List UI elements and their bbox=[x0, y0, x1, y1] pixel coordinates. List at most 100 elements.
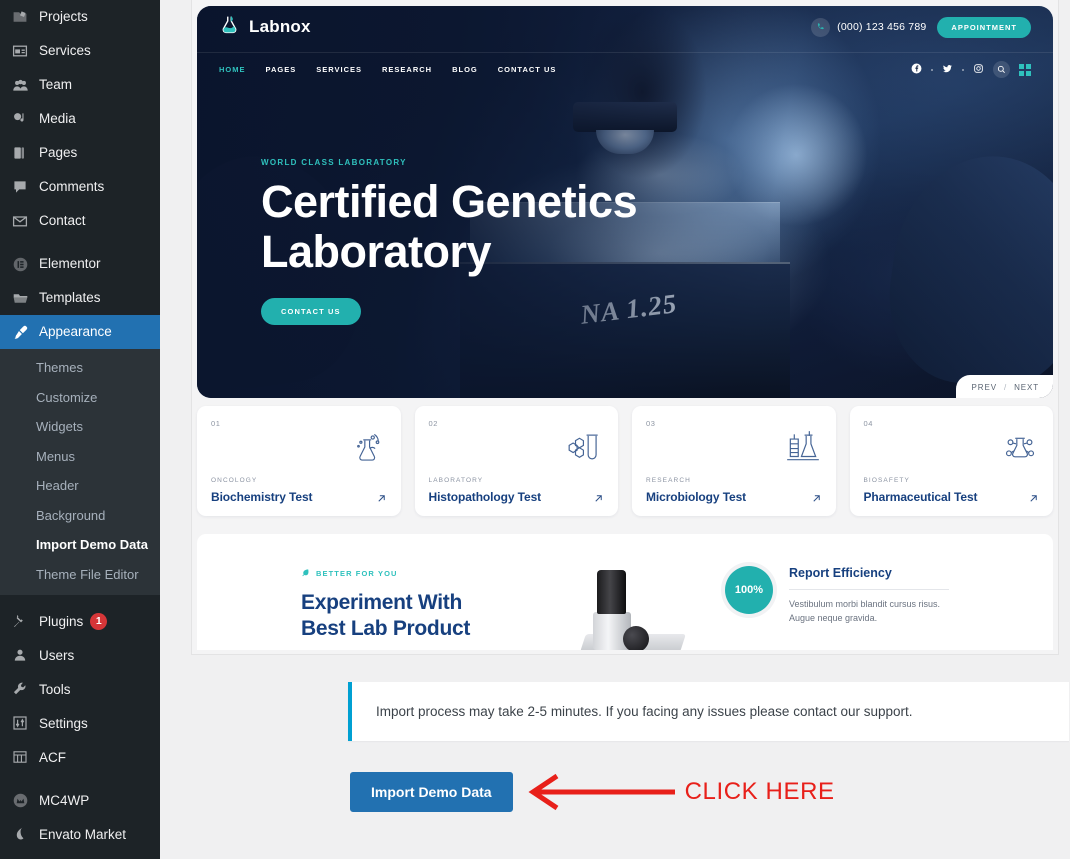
site-logo[interactable]: Labnox bbox=[219, 14, 311, 40]
nav-link-contact-us[interactable]: CONTACT US bbox=[498, 65, 557, 74]
nav-link-pages[interactable]: PAGES bbox=[266, 65, 297, 74]
hero-title: Certified Genetics Laboratory bbox=[261, 176, 638, 277]
settings-sliders-icon bbox=[10, 713, 30, 733]
experiment-text-block: BETTER FOR YOU Experiment With Best Lab … bbox=[301, 568, 470, 643]
sidebar-item-label: Contact bbox=[39, 213, 86, 229]
sidebar-item-label: Elementor bbox=[39, 256, 101, 272]
service-card[interactable]: 02 LABORATORY Histopathology Test bbox=[414, 406, 618, 516]
grid-menu-icon[interactable] bbox=[1019, 63, 1031, 76]
submenu-item-menus[interactable]: Menus bbox=[0, 442, 160, 472]
sidebar-separator bbox=[0, 238, 160, 247]
site-brand-name: Labnox bbox=[249, 17, 311, 36]
sidebar-item-label: ACF bbox=[39, 749, 66, 765]
molecule-flask-icon bbox=[1001, 428, 1039, 471]
submenu-item-import-demo-data[interactable]: Import Demo Data bbox=[0, 530, 160, 560]
service-card[interactable]: 01 ONCOLOGY Biochemistry Test bbox=[197, 406, 401, 516]
nav-link-research[interactable]: RESEARCH bbox=[382, 65, 432, 74]
sidebar-item-tools[interactable]: Tools bbox=[0, 672, 160, 706]
sidebar-item-projects[interactable]: Projects bbox=[0, 0, 160, 34]
sidebar-item-contact[interactable]: Contact bbox=[0, 204, 160, 238]
service-card-category: ONCOLOGY bbox=[211, 477, 258, 484]
instagram-icon[interactable] bbox=[973, 61, 984, 79]
pages-icon bbox=[10, 143, 30, 163]
hero-prev-button[interactable]: PREV bbox=[972, 383, 997, 392]
sidebar-item-services[interactable]: Services bbox=[0, 34, 160, 68]
arrow-up-right-icon[interactable] bbox=[591, 491, 606, 506]
service-card[interactable]: 03 RESEARCH Microbiology Test bbox=[632, 406, 836, 516]
submenu-item-customize[interactable]: Customize bbox=[0, 383, 160, 413]
sidebar-item-templates[interactable]: Templates bbox=[0, 281, 160, 315]
report-desc-line2: Augue neque gravida. bbox=[789, 612, 878, 623]
sidebar-item-users[interactable]: Users bbox=[0, 638, 160, 672]
sidebar-item-acf[interactable]: ACF bbox=[0, 740, 160, 774]
submenu-item-theme-file-editor[interactable]: Theme File Editor bbox=[0, 560, 160, 590]
report-efficiency-description: Vestibulum morbi blandit cursus risus. A… bbox=[789, 598, 949, 626]
site-navbar: HOME PAGES SERVICES RESEARCH BLOG CONTAC… bbox=[197, 52, 1053, 86]
service-card-category: RESEARCH bbox=[646, 477, 691, 484]
arrow-up-right-icon[interactable] bbox=[374, 491, 389, 506]
appearance-brush-icon bbox=[10, 322, 30, 342]
site-phone[interactable]: (000) 123 456 789 bbox=[811, 17, 926, 37]
arrow-up-right-icon[interactable] bbox=[809, 491, 824, 506]
experiment-eyebrow-text: BETTER FOR YOU bbox=[316, 569, 398, 578]
hero-pager-separator: / bbox=[1003, 383, 1008, 392]
sidebar-item-settings[interactable]: Settings bbox=[0, 706, 160, 740]
service-card[interactable]: 04 BIOSAFETY Pharmaceutical Test bbox=[849, 406, 1053, 516]
appointment-button[interactable]: APPOINTMENT bbox=[937, 16, 1031, 38]
service-card-number: 01 bbox=[211, 419, 221, 428]
tools-wrench-icon bbox=[10, 679, 30, 699]
sidebar-item-mc4wp[interactable]: MC4WP bbox=[0, 783, 160, 817]
elementor-icon bbox=[10, 254, 30, 274]
submenu-item-widgets[interactable]: Widgets bbox=[0, 412, 160, 442]
sidebar-item-team[interactable]: Team bbox=[0, 68, 160, 102]
acf-grid-icon bbox=[10, 747, 30, 767]
facebook-icon[interactable] bbox=[911, 61, 922, 79]
hero-eyebrow: WORLD CLASS LABORATORY bbox=[261, 158, 407, 167]
click-here-annotation-text: CLICK HERE bbox=[684, 778, 835, 805]
sidebar-item-label: Settings bbox=[39, 715, 88, 731]
submenu-item-header[interactable]: Header bbox=[0, 471, 160, 501]
sidebar-item-elementor[interactable]: Elementor bbox=[0, 247, 160, 281]
hero-contact-us-button[interactable]: CONTACT US bbox=[261, 298, 361, 325]
submenu-item-themes[interactable]: Themes bbox=[0, 353, 160, 383]
nav-link-services[interactable]: SERVICES bbox=[316, 65, 362, 74]
hero-title-line1: Certified Genetics bbox=[261, 176, 638, 227]
sidebar-item-label: Users bbox=[39, 647, 75, 663]
admin-sidebar: Projects Services Team Media Pages Comme… bbox=[0, 0, 168, 859]
report-efficiency-block: 100% Report Efficiency Vestibulum morbi … bbox=[725, 566, 949, 626]
experiment-eyebrow: BETTER FOR YOU bbox=[301, 568, 470, 579]
hero-next-button[interactable]: NEXT bbox=[1014, 383, 1039, 392]
mc4wp-icon bbox=[10, 790, 30, 810]
flask-dna-icon bbox=[349, 428, 387, 471]
report-desc-line1: Vestibulum morbi blandit cursus risus. bbox=[789, 599, 941, 609]
contact-icon bbox=[10, 211, 30, 231]
sidebar-item-comments[interactable]: Comments bbox=[0, 170, 160, 204]
test-tube-molecule-icon bbox=[566, 428, 604, 471]
twitter-icon[interactable] bbox=[942, 61, 953, 79]
nav-link-home[interactable]: HOME bbox=[219, 65, 246, 74]
nav-link-blog[interactable]: BLOG bbox=[452, 65, 478, 74]
plugins-update-badge: 1 bbox=[90, 612, 108, 630]
search-icon[interactable] bbox=[993, 61, 1010, 78]
theme-demo-preview: NA 1.25 bbox=[191, 0, 1059, 655]
sidebar-item-label: Plugins bbox=[39, 613, 84, 629]
sidebar-item-label: Projects bbox=[39, 9, 88, 25]
arrow-up-right-icon[interactable] bbox=[1026, 491, 1041, 506]
sidebar-item-appearance[interactable]: Appearance bbox=[0, 315, 168, 349]
sidebar-item-pages[interactable]: Pages bbox=[0, 136, 160, 170]
hero-title-line2: Laboratory bbox=[261, 225, 492, 277]
appearance-submenu: Themes Customize Widgets Menus Header Ba… bbox=[0, 349, 160, 596]
service-card-number: 04 bbox=[863, 419, 874, 428]
service-card-title: Biochemistry Test bbox=[211, 490, 313, 504]
experiment-section: BETTER FOR YOU Experiment With Best Lab … bbox=[197, 534, 1053, 650]
import-demo-data-button[interactable]: Import Demo Data bbox=[350, 772, 513, 812]
import-action-row: Import Demo Data CLICK HERE bbox=[350, 772, 835, 812]
service-card-category: BIOSAFETY bbox=[863, 477, 910, 484]
templates-icon bbox=[10, 288, 30, 308]
sidebar-item-plugins[interactable]: Plugins 1 bbox=[0, 604, 160, 638]
sidebar-item-label: Envato Market bbox=[39, 826, 127, 842]
sidebar-item-envato-market[interactable]: Envato Market bbox=[0, 817, 160, 851]
hero-slider-pager: PREV / NEXT bbox=[955, 375, 1053, 398]
submenu-item-background[interactable]: Background bbox=[0, 501, 160, 531]
sidebar-item-media[interactable]: Media bbox=[0, 102, 160, 136]
